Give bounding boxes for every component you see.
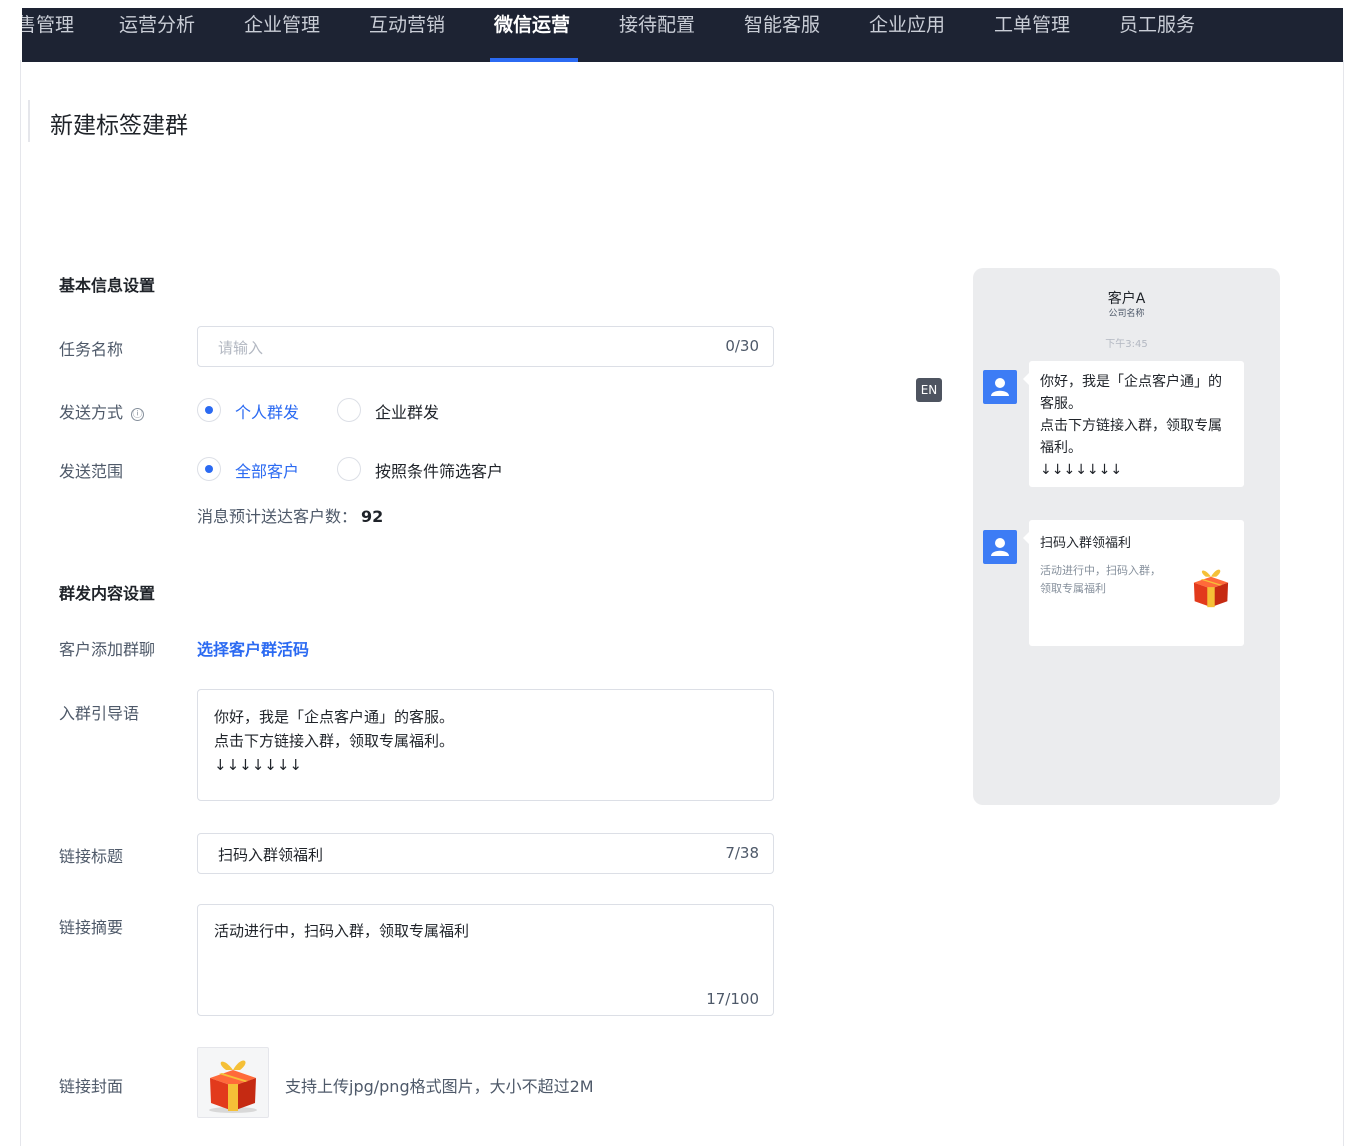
content-frame-left (20, 60, 21, 1146)
user-avatar-icon (983, 370, 1017, 404)
preview-link-title: 扫码入群领福利 (1040, 536, 1132, 551)
task-name-placeholder: 请输入 (218, 339, 264, 357)
nav-item-tickets[interactable]: 工单管理 (994, 8, 1070, 62)
nav-item-marketing[interactable]: 互动营销 (369, 8, 445, 62)
select-group-qrcode-link[interactable]: 选择客户群活码 (197, 636, 309, 660)
nav-item-enterprise[interactable]: 企业管理 (244, 8, 320, 62)
preview-link-desc: 活动进行中，扫码入群，领取专属福利 (1040, 564, 1161, 595)
info-icon[interactable]: ⓘ (131, 408, 145, 421)
link-title-input[interactable]: 扫码入群领福利 7/38 (197, 833, 774, 874)
link-summary-value: 活动进行中，扫码入群，领取专属福利 (214, 922, 470, 940)
nav-item-sales[interactable]: 售管理 (22, 8, 74, 62)
gift-box-icon (1193, 569, 1229, 608)
task-name-counter: 0/30 (725, 337, 759, 355)
link-cover-label: 链接封面 (59, 1077, 124, 1096)
gift-box-icon (209, 1060, 257, 1113)
link-title-value: 扫码入群领福利 (218, 846, 324, 864)
link-title-counter: 7/38 (725, 844, 759, 862)
link-cover-upload[interactable] (197, 1047, 269, 1118)
section-title-basic: 基本信息设置 (59, 276, 156, 295)
section-title-content: 群发内容设置 (59, 584, 156, 603)
link-title-label: 链接标题 (59, 847, 124, 866)
estimate-value: 92 (361, 507, 384, 526)
language-toggle-badge[interactable]: EN (916, 378, 942, 402)
link-summary-label: 链接摘要 (59, 918, 124, 937)
guide-text-textarea[interactable]: 你好，我是「企点客户通」的客服。 点击下方链接入群，领取专属福利。 ↓↓↓↓↓↓… (197, 689, 774, 801)
link-summary-counter: 17/100 (706, 990, 759, 1008)
title-divider (28, 100, 30, 142)
send-scope-label: 发送范围 (59, 462, 124, 481)
user-avatar-icon (983, 530, 1017, 564)
nav-item-analytics[interactable]: 运营分析 (119, 8, 195, 62)
preview-company: 公司名称 (1108, 309, 1145, 319)
radio-enterprise-label: 企业群发 (375, 403, 440, 422)
estimate-reach: 消息预计送达客户数： 92 (197, 503, 383, 527)
phone-preview: 客户A 公司名称 下午3:45 你好，我是「企点客户通」的客服。 点击下方链接入… (973, 268, 1280, 805)
radio-personal-label: 个人群发 (235, 403, 300, 422)
preview-message-text: 你好，我是「企点客户通」的客服。 点击下方链接入群，领取专属福利。 ↓↓↓↓↓↓… (1040, 374, 1222, 478)
nav-item-apps[interactable]: 企业应用 (869, 8, 945, 62)
send-method-label-text: 发送方式 (59, 403, 124, 422)
send-method-label: 发送方式 ⓘ (59, 399, 145, 423)
preview-contact-name: 客户A (1107, 291, 1146, 307)
radio-checked-icon[interactable] (197, 398, 221, 422)
cover-upload-tip: 支持上传jpg/png格式图片，大小不超过2M (285, 1077, 594, 1096)
nav-item-wechat[interactable]: 微信运营 (494, 8, 570, 62)
preview-link-card: 扫码入群领福利 活动进行中，扫码入群，领取专属福利 (1023, 520, 1244, 646)
radio-all-customers-label: 全部客户 (235, 462, 300, 481)
page-title: 新建标签建群 (50, 113, 188, 139)
nav-item-smart-service[interactable]: 智能客服 (744, 8, 820, 62)
add-group-label: 客户添加群聊 (59, 640, 156, 659)
nav-active-underline (490, 58, 578, 62)
nav-item-reception[interactable]: 接待配置 (619, 8, 695, 62)
guide-text-value: 你好，我是「企点客户通」的客服。 点击下方链接入群，领取专属福利。 ↓↓↓↓↓↓… (214, 708, 455, 774)
guide-text-label: 入群引导语 (59, 704, 140, 723)
task-name-input[interactable]: 请输入 0/30 (197, 326, 774, 367)
estimate-label: 消息预计送达客户数： (197, 507, 358, 526)
preview-timestamp: 下午3:45 (1105, 339, 1148, 350)
nav-item-staff[interactable]: 员工服务 (1119, 8, 1195, 62)
top-navigation: 售管理 运营分析 企业管理 互动营销 微信运营 接待配置 智能客服 企业应用 工… (22, 8, 1343, 62)
task-name-label: 任务名称 (59, 340, 124, 359)
radio-checked-icon[interactable] (197, 457, 221, 481)
content-frame-right (1343, 60, 1344, 1146)
radio-filter-customers-label: 按照条件筛选客户 (375, 462, 504, 481)
link-summary-textarea[interactable]: 活动进行中，扫码入群，领取专属福利 17/100 (197, 904, 774, 1016)
radio-unchecked-icon[interactable] (337, 398, 361, 422)
radio-unchecked-icon[interactable] (337, 457, 361, 481)
preview-message-bubble: 你好，我是「企点客户通」的客服。 点击下方链接入群，领取专属福利。 ↓↓↓↓↓↓… (1023, 361, 1244, 487)
